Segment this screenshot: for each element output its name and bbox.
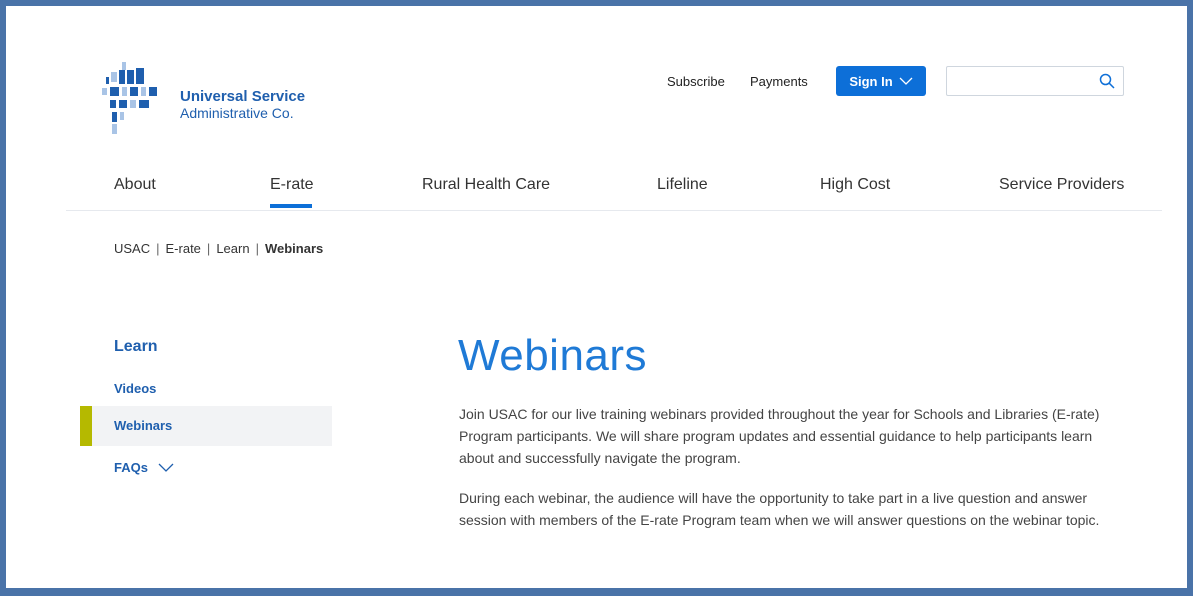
chevron-down-icon [158,463,174,472]
nav-item-about[interactable]: About [114,176,156,194]
search-input[interactable] [951,68,1095,96]
logo-line-1: Universal Service [180,88,306,105]
breadcrumb-separator: | [156,241,160,256]
nav-divider [66,210,1162,211]
active-indicator-bar [80,406,92,446]
breadcrumb-usac[interactable]: USAC [114,241,150,256]
sign-in-button[interactable]: Sign In [836,66,926,96]
search-icon[interactable] [1099,73,1115,89]
nav-active-indicator [270,204,312,208]
subscribe-link-wrap: Subscribe [667,66,725,96]
breadcrumb-separator: | [255,241,259,256]
sign-in-label: Sign In [849,73,893,89]
page-frame: Universal Service Administrative Co. Sub… [0,0,1193,596]
usac-logo[interactable]: Universal Service Administrative Co. [96,58,336,138]
breadcrumb-e-rate[interactable]: E-rate [166,241,201,256]
usac-logo-mark-icon [102,62,157,134]
payments-link[interactable]: Payments [750,74,808,89]
logo-line-2: Administrative Co. [180,105,294,121]
details-paragraph: During each webinar, the audience will h… [459,490,1100,528]
usac-logo-text: Universal Service Administrative Co. [180,88,305,122]
nav-item-lifeline[interactable]: Lifeline [657,176,708,194]
sidebar-item-label: Webinars [114,418,173,433]
page-title: Webinars [458,331,648,380]
search-box [946,66,1124,96]
intro-paragraph: Join USAC for our live training webinars… [459,406,1100,466]
nav-item-service-providers[interactable]: Service Providers [999,176,1124,194]
sidebar-title[interactable]: Learn [114,338,158,356]
main-nav: About E-rate Rural Health Care Lifeline … [114,176,1124,212]
sidebar-item-label: FAQs [114,460,148,475]
breadcrumb-separator: | [206,241,211,256]
sidebar-item-videos[interactable]: Videos [114,381,156,396]
breadcrumb-learn[interactable]: Learn [216,241,249,256]
subscribe-link[interactable]: Subscribe [667,74,725,89]
nav-item-rural-health-care[interactable]: Rural Health Care [422,176,550,194]
breadcrumb-current: Webinars [264,241,324,256]
sidebar-item-webinars[interactable]: Webinars [80,406,332,446]
breadcrumb: USAC | E-rate | Learn | Webinars [114,241,323,256]
sidebar-item-faqs[interactable]: FAQs [114,460,174,475]
nav-item-high-cost[interactable]: High Cost [820,176,890,194]
nav-item-e-rate[interactable]: E-rate [270,176,314,194]
chevron-down-icon [899,77,913,85]
payments-link-wrap: Payments [750,66,808,96]
